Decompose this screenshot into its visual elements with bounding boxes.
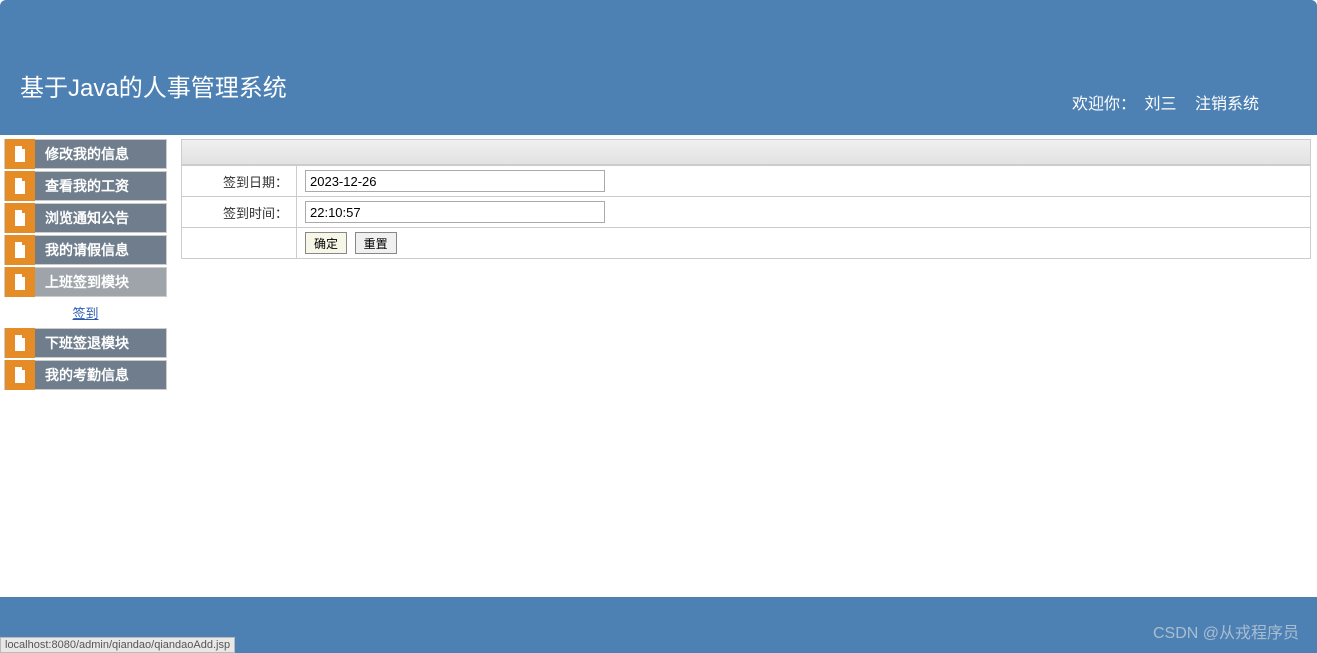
panel-header bbox=[181, 139, 1311, 165]
logout-link[interactable]: 注销系统 bbox=[1195, 96, 1259, 113]
sidebar-item-label: 上班签到模块 bbox=[45, 267, 129, 297]
sidebar-item-label: 浏览通知公告 bbox=[45, 203, 129, 233]
confirm-button[interactable]: 确定 bbox=[305, 232, 347, 254]
document-icon bbox=[5, 360, 35, 390]
sidebar-item-editinfo[interactable]: 修改我的信息 bbox=[4, 139, 167, 169]
sidebar-item-attendance[interactable]: 我的考勤信息 bbox=[4, 360, 167, 390]
document-icon bbox=[5, 139, 35, 169]
sidebar-item-label: 我的请假信息 bbox=[45, 235, 129, 265]
username-label: 刘三 bbox=[1145, 96, 1177, 113]
sidebar-sublink-checkin[interactable]: 签到 bbox=[4, 299, 167, 328]
time-input[interactable] bbox=[305, 201, 605, 223]
document-icon bbox=[5, 328, 35, 358]
sidebar-item-notice[interactable]: 浏览通知公告 bbox=[4, 203, 167, 233]
document-icon bbox=[5, 267, 35, 297]
sidebar-item-checkout[interactable]: 下班签退模块 bbox=[4, 328, 167, 358]
sidebar-item-leave[interactable]: 我的请假信息 bbox=[4, 235, 167, 265]
status-bar-url: localhost:8080/admin/qiandao/qiandaoAdd.… bbox=[0, 637, 235, 653]
main-content: 签到日期： 签到时间： 确定 重置 bbox=[181, 139, 1311, 392]
app-title: 基于Java的人事管理系统 bbox=[20, 68, 287, 103]
sidebar: 修改我的信息 查看我的工资 浏览通知公告 我的请假信息 上班签到模块 bbox=[4, 139, 167, 392]
document-icon bbox=[5, 203, 35, 233]
document-icon bbox=[5, 235, 35, 265]
watermark-text: CSDN @从戎程序员 bbox=[1153, 619, 1299, 643]
header-userinfo: 欢迎你： 刘三 注销系统 bbox=[1072, 90, 1259, 114]
time-label: 签到时间： bbox=[182, 197, 297, 228]
date-input[interactable] bbox=[305, 170, 605, 192]
app-header: 基于Java的人事管理系统 欢迎你： 刘三 注销系统 bbox=[0, 0, 1317, 135]
sidebar-item-label: 查看我的工资 bbox=[45, 171, 129, 201]
welcome-label: 欢迎你： bbox=[1072, 96, 1136, 113]
document-icon bbox=[5, 171, 35, 201]
sidebar-item-label: 修改我的信息 bbox=[45, 139, 129, 169]
sidebar-item-label: 下班签退模块 bbox=[45, 328, 129, 358]
checkin-form: 签到日期： 签到时间： 确定 重置 bbox=[181, 165, 1311, 259]
sidebar-item-checkin[interactable]: 上班签到模块 bbox=[4, 267, 167, 297]
date-label: 签到日期： bbox=[182, 166, 297, 197]
sidebar-item-label: 我的考勤信息 bbox=[45, 360, 129, 390]
reset-button[interactable]: 重置 bbox=[355, 232, 397, 254]
sidebar-item-salary[interactable]: 查看我的工资 bbox=[4, 171, 167, 201]
